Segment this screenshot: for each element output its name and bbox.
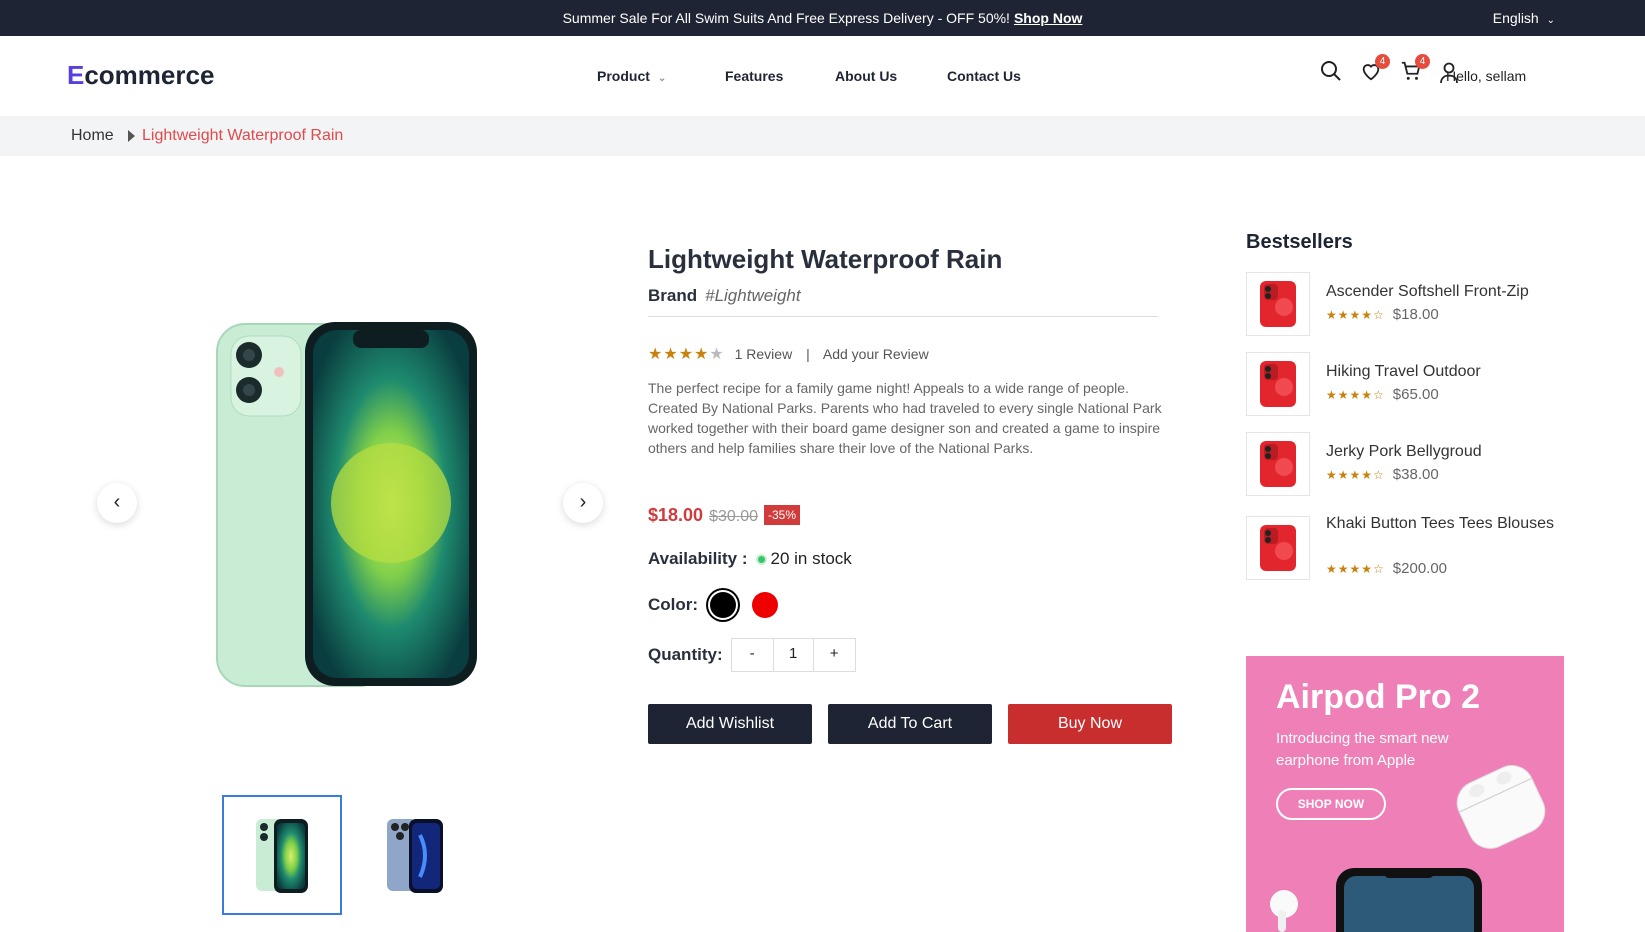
availability-value: 20 in stock: [770, 549, 852, 568]
separator: |: [806, 346, 810, 362]
breadcrumb-home[interactable]: Home: [71, 127, 114, 145]
bestseller-meta: ★★★★☆ $200.00: [1326, 560, 1447, 577]
main-nav: Product ⌄ Features About Us Contact Us: [597, 68, 1021, 84]
chevron-left-icon: ‹: [113, 491, 121, 513]
cart-count-badge: 4: [1415, 54, 1430, 69]
bestseller-item[interactable]: Hiking Travel Outdoor ★★★★☆ $65.00: [1246, 352, 1566, 416]
color-label: Color:: [648, 595, 699, 614]
product-thumbnail: [1246, 432, 1310, 496]
rating-stars: ★★★★☆: [1326, 468, 1385, 482]
wishlist-icon[interactable]: 4: [1360, 54, 1390, 87]
main-product-image: [215, 320, 485, 695]
divider: [648, 316, 1158, 317]
product-brand: Brand #Lightweight: [648, 286, 801, 306]
add-to-cart-button[interactable]: Add To Cart: [828, 704, 992, 744]
breadcrumb-current: Lightweight Waterproof Rain: [142, 127, 344, 144]
color-swatch-red[interactable]: [752, 592, 779, 618]
product-thumbnail: [1246, 516, 1310, 580]
airpod-image: [1264, 886, 1304, 932]
rating-stars: ★★★★☆: [1326, 308, 1385, 322]
nav-product-label: Product: [597, 68, 650, 84]
review-count[interactable]: 1 Review: [735, 346, 793, 362]
bestseller-meta: ★★★★☆ $38.00: [1326, 466, 1439, 483]
cart-icon[interactable]: 4: [1400, 54, 1430, 87]
add-review-link[interactable]: Add your Review: [823, 346, 929, 362]
phone-image: [1334, 866, 1484, 932]
bestseller-price: $200.00: [1392, 560, 1448, 577]
thumbnail-green[interactable]: [222, 795, 342, 915]
product-gallery: ‹ ›: [95, 290, 605, 915]
next-image-button[interactable]: ›: [563, 483, 603, 523]
product-description: The perfect recipe for a family game nig…: [648, 380, 1162, 456]
add-wishlist-button[interactable]: Add Wishlist: [648, 704, 812, 744]
color-swatch-black[interactable]: [710, 592, 737, 618]
in-stock-icon: [755, 554, 767, 565]
site-header: Ecommerce Product ⌄ Features About Us Con…: [0, 36, 1645, 116]
current-price: $18.00: [648, 505, 704, 525]
rating-stars: ★★★★☆: [1326, 562, 1385, 576]
price-block: $18.00 $30.00 -35%: [648, 505, 801, 526]
nav-contact-us[interactable]: Contact Us: [947, 68, 1021, 84]
bestseller-name: Hiking Travel Outdoor: [1326, 363, 1481, 380]
shop-now-link[interactable]: Shop Now: [1014, 10, 1082, 26]
brand-label: Brand: [648, 286, 698, 305]
buy-now-button[interactable]: Buy Now: [1008, 704, 1172, 744]
bestseller-price: $38.00: [1392, 466, 1439, 483]
rating-stars: ★★★★☆: [1326, 388, 1385, 402]
quantity-input[interactable]: 1: [772, 639, 814, 671]
chevron-down-icon: ⌄: [1546, 15, 1555, 26]
promo-banner[interactable]: Airpod Pro 2 Introducing the smart new e…: [1246, 656, 1564, 932]
language-label: English: [1492, 10, 1539, 26]
product-thumbnail: [1246, 272, 1310, 336]
wishlist-count-badge: 4: [1375, 54, 1390, 69]
breadcrumb: Home Lightweight Waterproof Rain: [0, 116, 1645, 156]
chevron-right-icon: ›: [579, 491, 587, 513]
search-icon[interactable]: [1320, 60, 1342, 87]
logo[interactable]: Ecommerce: [67, 60, 214, 91]
logo-text: commerce: [84, 60, 215, 90]
quantity-selector: Quantity: - 1 +: [648, 638, 856, 672]
decrease-button[interactable]: -: [732, 639, 773, 671]
bestseller-item[interactable]: Ascender Softshell Front-Zip ★★★★☆ $18.00: [1246, 272, 1566, 336]
bestseller-item[interactable]: Jerky Pork Bellygroud ★★★★☆ $38.00: [1246, 432, 1566, 496]
quantity-label: Quantity:: [648, 645, 723, 664]
availability-label: Availability :: [648, 549, 748, 568]
bestseller-name: Khaki Button Tees Tees Blouses: [1326, 515, 1554, 532]
nav-features[interactable]: Features: [725, 68, 835, 84]
quantity-stepper: - 1 +: [730, 638, 856, 672]
language-selector[interactable]: English ⌄: [1493, 10, 1555, 26]
availability: Availability : 20 in stock: [648, 549, 852, 569]
banner-shop-now-button[interactable]: SHOP NOW: [1276, 788, 1386, 820]
prev-image-button[interactable]: ‹: [97, 483, 137, 523]
bestseller-price: $65.00: [1392, 386, 1439, 403]
announcement: Summer Sale For All Swim Suits And Free …: [0, 10, 1645, 26]
bestseller-item[interactable]: Khaki Button Tees Tees Blouses ★★★★☆ $200…: [1246, 515, 1566, 580]
color-selector: Color:: [648, 592, 788, 618]
nav-product[interactable]: Product ⌄: [597, 68, 725, 84]
thumbnail-blue[interactable]: [355, 795, 475, 915]
bestsellers-title: Bestsellers: [1246, 231, 1353, 253]
bestseller-meta: ★★★★☆ $65.00: [1326, 386, 1439, 403]
user-greeting[interactable]: Hello, sellam: [1446, 68, 1526, 84]
discount-badge: -35%: [764, 505, 801, 525]
bestseller-price: $18.00: [1392, 306, 1439, 323]
increase-button[interactable]: +: [814, 639, 855, 671]
rating-stars: ★★★★★: [648, 346, 725, 363]
product-thumbnail: [1246, 352, 1310, 416]
nav-about-us[interactable]: About Us: [835, 68, 947, 84]
bestseller-name: Ascender Softshell Front-Zip: [1326, 283, 1529, 300]
old-price: $30.00: [709, 508, 758, 525]
bestseller-name: Jerky Pork Bellygroud: [1326, 443, 1482, 460]
caret-right-icon: [128, 130, 135, 142]
product-rating: ★★★★★ 1 Review | Add your Review: [648, 344, 929, 364]
bestseller-meta: ★★★★☆ $18.00: [1326, 306, 1439, 323]
chevron-down-icon: ⌄: [657, 73, 667, 84]
announcement-bar: Summer Sale For All Swim Suits And Free …: [0, 0, 1645, 36]
brand-value[interactable]: #Lightweight: [705, 286, 800, 305]
airpods-case-image: [1446, 752, 1556, 867]
announcement-text: Summer Sale For All Swim Suits And Free …: [562, 10, 1010, 26]
logo-initial: E: [67, 60, 85, 90]
banner-title: Airpod Pro 2: [1276, 678, 1481, 716]
product-title: Lightweight Waterproof Rain: [648, 244, 1003, 274]
